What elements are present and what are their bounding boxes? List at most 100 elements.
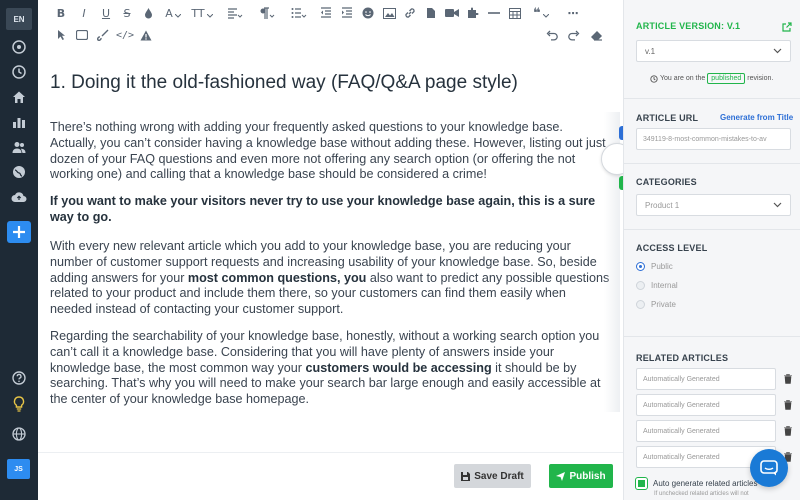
table-icon[interactable]	[508, 5, 522, 21]
home-icon[interactable]	[9, 87, 29, 107]
dashboard-icon[interactable]	[9, 37, 29, 57]
external-link-icon[interactable]	[782, 19, 792, 37]
indent-icon[interactable]	[340, 5, 354, 21]
language-switcher[interactable]: EN	[6, 8, 32, 30]
select-cursor-icon[interactable]	[54, 27, 68, 43]
video-icon[interactable]	[445, 5, 459, 21]
chevron-down-icon	[773, 48, 782, 54]
cloud-upload-icon[interactable]	[9, 187, 29, 207]
access-option-label: Private	[651, 300, 676, 309]
help-icon[interactable]	[9, 368, 29, 388]
code-view-icon[interactable]: </>	[116, 27, 134, 43]
strikethrough-icon[interactable]: S	[120, 5, 134, 21]
article-editor[interactable]: 1. Doing it the old-fashioned way (FAQ/Q…	[38, 48, 623, 456]
related-articles-title: RELATED ARTICLES	[636, 353, 729, 363]
access-option-label: Internal	[651, 281, 678, 290]
chat-launcher-button[interactable]	[750, 449, 788, 487]
version-select[interactable]: v.1	[636, 40, 791, 62]
radio-selected[interactable]	[636, 262, 645, 271]
access-option-public[interactable]: Public	[636, 262, 673, 271]
users-icon[interactable]	[9, 137, 29, 157]
access-option-internal[interactable]: Internal	[636, 281, 678, 290]
globe-icon[interactable]	[9, 162, 29, 182]
chevron-down-icon	[773, 202, 782, 208]
save-draft-label: Save Draft	[474, 470, 524, 482]
plugin-icon[interactable]	[466, 5, 480, 21]
undo-icon[interactable]	[545, 27, 559, 43]
box-icon[interactable]	[75, 27, 89, 43]
link-icon[interactable]	[403, 5, 417, 21]
add-new-button[interactable]	[7, 221, 31, 243]
related-article-input[interactable]: Automatically Generated	[636, 368, 776, 390]
radio-unselected[interactable]	[636, 300, 645, 309]
editor-footer: Save Draft Publish	[38, 452, 623, 500]
publish-button[interactable]: Publish	[549, 464, 613, 488]
horizontal-rule-icon[interactable]	[487, 5, 501, 21]
left-rail: EN JS	[0, 0, 38, 500]
emoticon-icon[interactable]	[361, 5, 375, 21]
color-drop-icon[interactable]	[141, 5, 155, 21]
related-article-input[interactable]: Automatically Generated	[636, 394, 776, 416]
version-select-value: v.1	[645, 46, 656, 56]
save-draft-button[interactable]: Save Draft	[454, 464, 531, 488]
radio-unselected[interactable]	[636, 281, 645, 290]
paragraph-3-bold: most common questions, you	[187, 270, 367, 285]
italic-icon[interactable]: I	[77, 5, 91, 21]
trash-icon[interactable]	[784, 374, 792, 384]
paragraph-2-bold[interactable]: If you want to make your visitors never …	[50, 194, 610, 226]
plus-icon	[13, 226, 25, 238]
article-url-input[interactable]: 349119-8-most-common-mistakes-to-av	[636, 128, 791, 150]
list-icon[interactable]	[288, 5, 310, 21]
auto-generate-related-toggle[interactable]: Auto generate related articles	[635, 477, 758, 490]
quote-icon[interactable]: ❝	[530, 5, 552, 21]
related-article-input[interactable]: Automatically Generated	[636, 420, 776, 442]
redo-icon[interactable]	[567, 27, 581, 43]
trash-icon[interactable]	[784, 400, 792, 410]
paragraph-3[interactable]: With every new relevant article which yo…	[50, 239, 610, 318]
access-option-private[interactable]: Private	[636, 300, 676, 309]
more-options-icon[interactable]: ⋯	[566, 5, 580, 21]
user-avatar[interactable]: JS	[7, 459, 30, 479]
divider	[624, 336, 800, 337]
revision-note: You are on the published revision.	[650, 73, 773, 84]
paragraph-4-bold: customers would be accessing	[305, 360, 492, 375]
revision-suffix: revision.	[747, 75, 774, 82]
generate-from-title-link[interactable]: Generate from Title	[720, 113, 793, 122]
divider	[624, 229, 800, 230]
outdent-icon[interactable]	[319, 5, 333, 21]
align-icon[interactable]	[224, 5, 246, 21]
auto-generate-note: If unchecked related articles will not	[654, 491, 749, 497]
paragraph-1[interactable]: There’s nothing wrong with adding your f…	[50, 120, 610, 183]
auto-generate-checkbox[interactable]	[635, 477, 648, 490]
auto-generate-label: Auto generate related articles	[653, 479, 758, 488]
article-url-title: ARTICLE URL	[636, 113, 699, 123]
paint-brush-icon[interactable]	[96, 27, 110, 43]
lightbulb-icon[interactable]	[9, 394, 29, 414]
category-select[interactable]: Product 1	[636, 194, 791, 216]
categories-title: CATEGORIES	[636, 177, 697, 187]
underline-icon[interactable]: U	[99, 5, 113, 21]
world-icon[interactable]	[9, 424, 29, 444]
eraser-icon[interactable]	[589, 27, 603, 43]
trash-icon[interactable]	[784, 426, 792, 436]
font-family-icon[interactable]: A	[162, 5, 184, 21]
paragraph-format-icon[interactable]	[256, 5, 278, 21]
revision-prefix: You are on the	[660, 75, 706, 82]
font-size-icon[interactable]: TT	[191, 5, 213, 21]
bold-icon[interactable]: B	[54, 5, 68, 21]
analytics-icon[interactable]	[9, 112, 29, 132]
image-icon[interactable]	[382, 5, 396, 21]
editor-toolbar: B I U S A TT ❝ ⋯ </>	[38, 0, 623, 48]
access-option-label: Public	[651, 262, 673, 271]
font-family-label: A	[165, 6, 173, 20]
paragraph-4[interactable]: Regarding the searchability of your know…	[50, 329, 610, 408]
save-icon	[461, 471, 471, 481]
file-icon[interactable]	[424, 5, 438, 21]
article-settings-sidebar: ARTICLE VERSION: V.1 v.1 You are on the …	[623, 0, 800, 500]
warning-icon[interactable]	[139, 27, 153, 43]
divider	[624, 163, 800, 164]
divider	[624, 98, 800, 99]
history-small-icon	[650, 74, 658, 83]
history-icon[interactable]	[9, 62, 29, 82]
article-heading[interactable]: 1. Doing it the old-fashioned way (FAQ/Q…	[50, 72, 518, 94]
